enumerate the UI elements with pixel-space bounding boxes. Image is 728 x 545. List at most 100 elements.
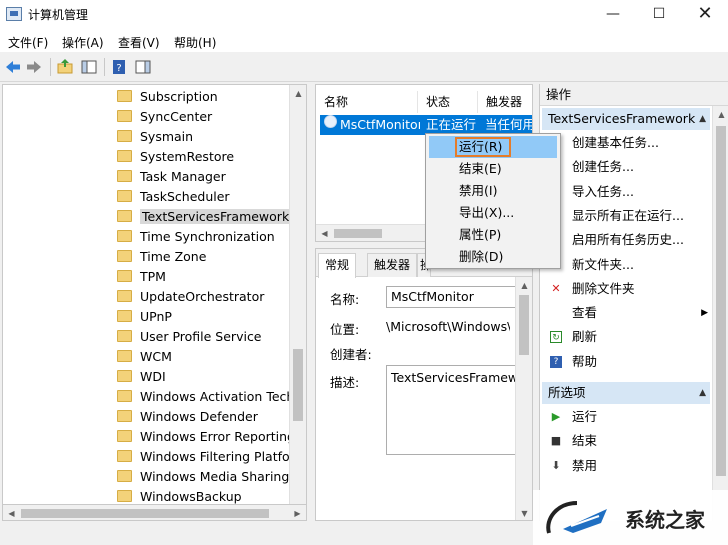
scroll-right-arrow-icon[interactable]: ▶ — [289, 505, 306, 522]
folder-icon — [117, 370, 132, 382]
maximize-button[interactable]: ☐ — [636, 0, 682, 30]
tree-item-label: Task Manager — [140, 169, 226, 184]
task-context-menu: 运行(R) 结束(E) 禁用(I) 导出(X)... 属性(P) 删除(D) — [425, 133, 561, 269]
task-clock-icon — [324, 115, 337, 128]
action-item[interactable]: ↻ 刷新 — [540, 325, 710, 349]
folder-icon — [117, 190, 132, 202]
tree-vertical-scrollbar[interactable]: ▲ — [289, 85, 306, 520]
actions-pane: 操作 TextServicesFramework ▲ ▤创建基本任务...▤创建… — [539, 84, 728, 521]
context-menu-item[interactable]: 删除(D) — [429, 246, 557, 268]
action-item[interactable]: ▦启用所有任务历史... — [540, 228, 710, 252]
show-hide-action-pane-icon[interactable] — [134, 58, 152, 76]
back-arrow-icon[interactable] — [4, 58, 22, 76]
table-row[interactable]: MsCtfMonitor 正在运行 当任何用户登录时 — [320, 115, 532, 135]
properties-vertical-scrollbar[interactable]: ▲ ▼ — [515, 277, 532, 520]
menu-action[interactable]: 操作(A) — [62, 34, 104, 51]
help-book-icon[interactable]: ? — [110, 58, 128, 76]
tree-item[interactable]: Sysmain — [117, 127, 297, 147]
task-scheduler-tree: Subscription SyncCenter Sysmain SystemResto… — [2, 84, 307, 521]
forward-arrow-icon[interactable] — [25, 58, 43, 76]
description-field[interactable]: TextServicesFramework monitor task — [386, 365, 516, 455]
tree-item[interactable]: Task Manager — [117, 167, 297, 187]
name-label: 名称: — [330, 292, 360, 307]
tree-item[interactable]: TextServicesFramework — [117, 207, 297, 227]
action-item[interactable]: ▦显示所有正在运行... — [540, 204, 710, 228]
tree-item[interactable]: Windows Defender — [117, 407, 297, 427]
tree-item[interactable]: UpdateOrchestrator — [117, 287, 297, 307]
action-item[interactable]: ✕ 删除文件夹 — [540, 277, 710, 301]
menu-file[interactable]: 文件(F) — [8, 34, 48, 51]
tree-item-label: TPM — [140, 269, 166, 284]
submenu-arrow-icon: ▶ — [701, 308, 708, 319]
menu-view[interactable]: 查看(V) — [118, 34, 160, 51]
tree-item-label: Windows Media Sharing — [140, 469, 290, 484]
scroll-thumb[interactable] — [716, 126, 726, 476]
column-name[interactable]: 名称 — [316, 91, 418, 113]
context-menu-item[interactable]: 禁用(I) — [429, 180, 557, 202]
scroll-thumb[interactable] — [334, 229, 382, 238]
scroll-thumb[interactable] — [293, 349, 303, 421]
tree-item[interactable]: UPnP — [117, 307, 297, 327]
tree-item[interactable]: WCM — [117, 347, 297, 367]
show-hide-console-tree-icon[interactable] — [80, 58, 98, 76]
scroll-up-arrow-icon[interactable]: ▲ — [713, 106, 728, 123]
tree-item[interactable]: TaskScheduler — [117, 187, 297, 207]
scroll-thumb[interactable] — [21, 509, 269, 518]
tab-general[interactable]: 常规 — [318, 253, 357, 278]
column-status[interactable]: 状态 — [418, 91, 478, 113]
action-item[interactable]: ▤创建基本任务... — [540, 131, 710, 155]
scroll-left-arrow-icon[interactable]: ◀ — [316, 225, 333, 241]
scroll-up-arrow-icon[interactable]: ▲ — [516, 277, 532, 294]
collapse-up-icon[interactable]: ▲ — [699, 382, 706, 404]
tree-item[interactable]: Windows Filtering Platform — [117, 447, 297, 467]
tree-item-label: Subscription — [140, 89, 218, 104]
tree-item[interactable]: Time Synchronization — [117, 227, 297, 247]
folder-icon — [117, 150, 132, 162]
action-item[interactable]: ? 帮助 — [540, 350, 710, 374]
action-item[interactable]: ▤导入任务... — [540, 180, 710, 204]
tree-item[interactable]: Windows Error Reporting — [117, 427, 297, 447]
tree-item[interactable]: SystemRestore — [117, 147, 297, 167]
up-folder-icon[interactable] — [56, 58, 74, 76]
action-item[interactable]: ▤创建任务... — [540, 155, 710, 179]
scroll-thumb[interactable] — [519, 295, 529, 355]
scroll-left-arrow-icon[interactable]: ◀ — [3, 505, 20, 522]
tree-item[interactable]: Windows Media Sharing — [117, 467, 297, 487]
tree-item[interactable]: User Profile Service — [117, 327, 297, 347]
actions-vertical-scrollbar[interactable]: ▲ — [712, 106, 728, 521]
tab-triggers[interactable]: 触发器 — [367, 253, 418, 277]
tree-item[interactable]: WDI — [117, 367, 297, 387]
tree-horizontal-scrollbar[interactable]: ◀ ▶ — [2, 504, 307, 521]
tree-item[interactable]: TPM — [117, 267, 297, 287]
action-item-label: 刷新 — [572, 329, 598, 345]
action-item-label: 帮助 — [572, 353, 598, 369]
minimize-button[interactable]: — — [590, 0, 636, 30]
action-item[interactable]: ⬇ 禁用 — [540, 454, 710, 478]
name-field[interactable]: MsCtfMonitor — [386, 286, 516, 308]
action-item[interactable]: ▬新文件夹... — [540, 253, 710, 277]
action-item[interactable]: ■ 结束 — [540, 429, 710, 453]
tree-item[interactable]: SyncCenter — [117, 107, 297, 127]
tree-item[interactable]: Subscription — [117, 87, 297, 107]
actions-section-folder[interactable]: TextServicesFramework ▲ — [542, 108, 710, 130]
action-item[interactable]: ▶ 运行 — [540, 405, 710, 429]
folder-icon — [117, 210, 132, 222]
section-title: 所选项 — [548, 385, 586, 400]
context-menu-item[interactable]: 运行(R) — [429, 136, 557, 158]
collapse-up-icon[interactable]: ▲ — [699, 108, 706, 130]
menu-help[interactable]: 帮助(H) — [174, 34, 216, 51]
tree-item[interactable]: Time Zone — [117, 247, 297, 267]
stop-icon: ■ — [550, 434, 562, 448]
scroll-down-arrow-icon[interactable]: ▼ — [516, 505, 532, 520]
action-item-label: 创建任务... — [572, 159, 634, 175]
context-menu-item[interactable]: 结束(E) — [429, 158, 557, 180]
actions-section-selected[interactable]: 所选项 ▲ — [542, 382, 710, 404]
action-item[interactable]: 查看 ▶ — [540, 301, 710, 325]
context-menu-item[interactable]: 导出(X)... — [429, 202, 557, 224]
scroll-up-arrow-icon[interactable]: ▲ — [290, 85, 306, 102]
context-menu-item[interactable]: 属性(P) — [429, 224, 557, 246]
column-trigger[interactable]: 触发器 — [478, 91, 532, 113]
close-button[interactable]: ✕ — [682, 0, 728, 30]
title-bar: 计算机管理 — ☐ ✕ — [0, 0, 728, 30]
tree-item[interactable]: Windows Activation Technologies — [117, 387, 297, 407]
